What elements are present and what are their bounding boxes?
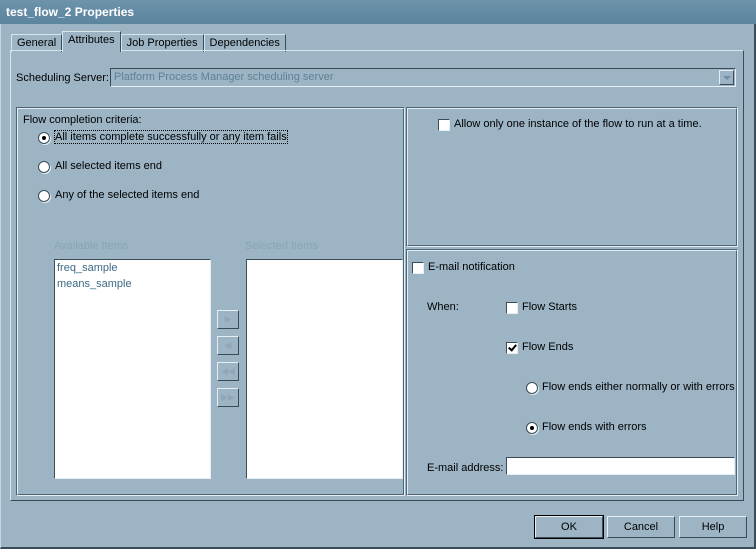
email-notification-checkbox[interactable]	[412, 262, 424, 274]
radio-all-items-complete[interactable]	[38, 132, 50, 144]
double-arrow-left-icon: ◀◀	[221, 366, 235, 376]
single-instance-label[interactable]: Allow only one instance of the flow to r…	[454, 118, 702, 130]
double-arrow-right-icon: ▶▶	[221, 392, 235, 402]
tab-attributes[interactable]: Attributes	[62, 31, 121, 52]
flow-ends-checkbox[interactable]	[506, 342, 518, 354]
radio-all-selected-end-label[interactable]: All selected items end	[55, 160, 162, 172]
arrow-left-icon: ◀	[224, 340, 232, 350]
email-notification-label[interactable]: E-mail notification	[428, 261, 515, 273]
radio-any-selected-end-label[interactable]: Any of the selected items end	[55, 189, 199, 201]
radio-all-selected-end[interactable]	[38, 161, 50, 173]
single-instance-checkbox[interactable]	[438, 119, 450, 131]
radio-ends-with-errors-label[interactable]: Flow ends with errors	[542, 421, 647, 433]
when-label: When:	[427, 301, 459, 313]
list-item[interactable]: means_sample	[55, 276, 210, 292]
scheduling-server-select[interactable]: Platform Process Manager scheduling serv…	[110, 68, 736, 87]
tab-bar: General Attributes Job Properties Depend…	[11, 31, 286, 52]
scheduling-server-label: Scheduling Server:	[16, 72, 109, 84]
selected-items-list[interactable]	[246, 259, 403, 479]
radio-ends-with-errors[interactable]	[526, 422, 538, 434]
radio-all-items-complete-label[interactable]: All items complete successfully or any i…	[54, 130, 288, 144]
cancel-button[interactable]: Cancel	[607, 516, 675, 538]
window-title: test_flow_2 Properties	[6, 5, 135, 19]
email-address-input[interactable]	[506, 457, 735, 475]
help-button[interactable]: Help	[679, 516, 747, 538]
flow-starts-checkbox[interactable]	[506, 302, 518, 314]
title-bar: test_flow_2 Properties	[0, 0, 756, 24]
email-address-label: E-mail address:	[427, 462, 504, 474]
radio-ends-normally-or-errors-label[interactable]: Flow ends either normally or with errors	[542, 381, 735, 393]
ok-button[interactable]: OK	[534, 515, 604, 539]
move-right-button[interactable]: ▶	[217, 310, 239, 329]
available-items-label: Available Items	[54, 240, 129, 252]
move-all-left-button[interactable]: ◀◀	[217, 362, 239, 381]
selected-items-label: Selected Items	[245, 240, 318, 252]
radio-ends-normally-or-errors[interactable]	[526, 382, 538, 394]
flow-ends-label[interactable]: Flow Ends	[522, 341, 573, 353]
radio-any-selected-end[interactable]	[38, 190, 50, 202]
chevron-down-icon[interactable]	[719, 70, 734, 85]
arrow-right-icon: ▶	[224, 314, 232, 324]
list-item[interactable]: freq_sample	[55, 260, 210, 276]
move-all-right-button[interactable]: ▶▶	[217, 388, 239, 407]
flow-starts-label[interactable]: Flow Starts	[522, 301, 577, 313]
move-left-button[interactable]: ◀	[217, 336, 239, 355]
scheduling-server-value: Platform Process Manager scheduling serv…	[114, 71, 334, 83]
completion-criteria-label: Flow completion criteria:	[23, 114, 142, 126]
available-items-list[interactable]: freq_sample means_sample	[54, 259, 211, 479]
